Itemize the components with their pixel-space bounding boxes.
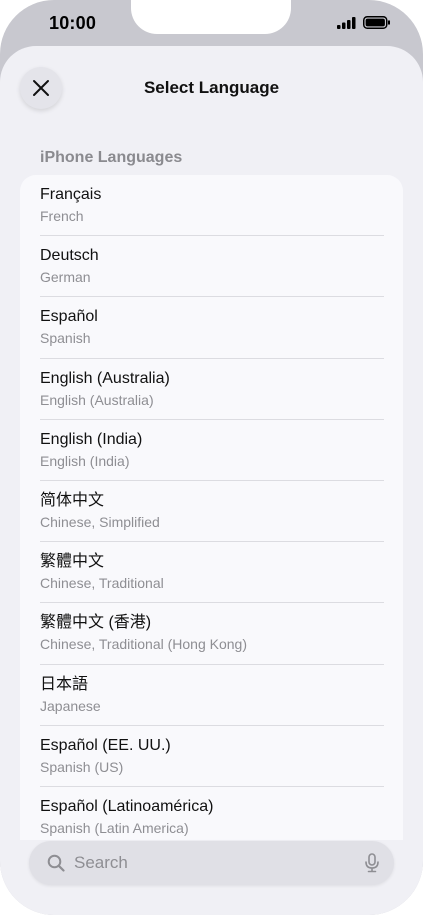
language-native-name: 繁體中文 (香港): [40, 614, 152, 632]
language-english-name: French: [40, 208, 84, 224]
language-native-name: 简体中文: [40, 491, 105, 509]
language-item-spanish[interactable]: Español Spanish: [20, 297, 403, 359]
search-icon: [47, 854, 65, 872]
language-item-french[interactable]: Français French: [20, 175, 403, 237]
language-native-name: 日本語: [40, 675, 89, 693]
language-item-spanish-us[interactable]: Español (EE. UU.) Spanish (US): [20, 726, 403, 788]
dynamic-island-notch: [131, 0, 291, 34]
language-item-chinese-traditional[interactable]: 繁體中文 Chinese, Traditional: [20, 542, 403, 604]
language-item-english-india[interactable]: English (India) English (India): [20, 420, 403, 482]
language-item-japanese[interactable]: 日本語 Japanese: [20, 665, 403, 726]
status-icons: [337, 16, 391, 29]
language-english-name: Chinese, Traditional (Hong Kong): [40, 636, 248, 653]
language-native-name: 繁體中文: [40, 553, 105, 571]
language-native-name: Español (Latinoamérica): [40, 797, 214, 815]
language-item-chinese-simplified[interactable]: 简体中文 Chinese, Simplified: [20, 481, 403, 543]
language-native-name: Français: [40, 186, 102, 203]
language-list: Français French Deutsch German Español S…: [20, 175, 403, 840]
status-time: 10:00: [49, 13, 97, 33]
device-screen: 10:00 Select Language iPhone Languages F…: [0, 0, 423, 915]
language-english-name: Chinese, Traditional: [40, 575, 164, 592]
language-native-name: Español (EE. UU.): [40, 736, 171, 754]
language-english-name: Japanese: [40, 697, 101, 714]
status-bar: 10:00: [0, 0, 423, 46]
search-bar[interactable]: [29, 841, 394, 885]
language-item-chinese-traditional-hong-kong[interactable]: 繁體中文 (香港) Chinese, Traditional (Hong Kon…: [20, 603, 403, 665]
cellular-signal-icon: [337, 16, 356, 29]
language-english-name: Spanish: [40, 330, 91, 347]
language-english-name: Spanish (US): [40, 758, 124, 775]
language-english-name: English (India): [40, 452, 130, 469]
language-item-english-australia[interactable]: English (Australia) English (Australia): [20, 359, 403, 420]
language-english-name: English (Australia): [40, 391, 154, 408]
sheet-title: Select Language: [143, 78, 280, 97]
language-native-name: Deutsch: [40, 247, 99, 265]
language-item-spanish-latin-america[interactable]: Español (Latinoamérica) Spanish (Latin A…: [20, 787, 403, 840]
language-english-name: German: [40, 269, 91, 286]
section-header: iPhone Languages: [40, 149, 183, 166]
language-item-german[interactable]: Deutsch German: [20, 236, 403, 298]
language-picker-sheet: Select Language iPhone Languages Françai…: [0, 46, 423, 915]
search-input[interactable]: [74, 853, 364, 873]
phone-shell: 10:00 Select Language iPhone Languages F…: [0, 0, 423, 915]
language-native-name: Español: [40, 308, 98, 326]
language-native-name: English (Australia): [40, 369, 170, 387]
microphone-icon[interactable]: [364, 853, 380, 873]
battery-icon: [363, 16, 390, 29]
language-english-name: Chinese, Simplified: [40, 513, 160, 530]
language-native-name: English (India): [40, 430, 143, 448]
language-english-name: Spanish (Latin America): [40, 819, 189, 836]
